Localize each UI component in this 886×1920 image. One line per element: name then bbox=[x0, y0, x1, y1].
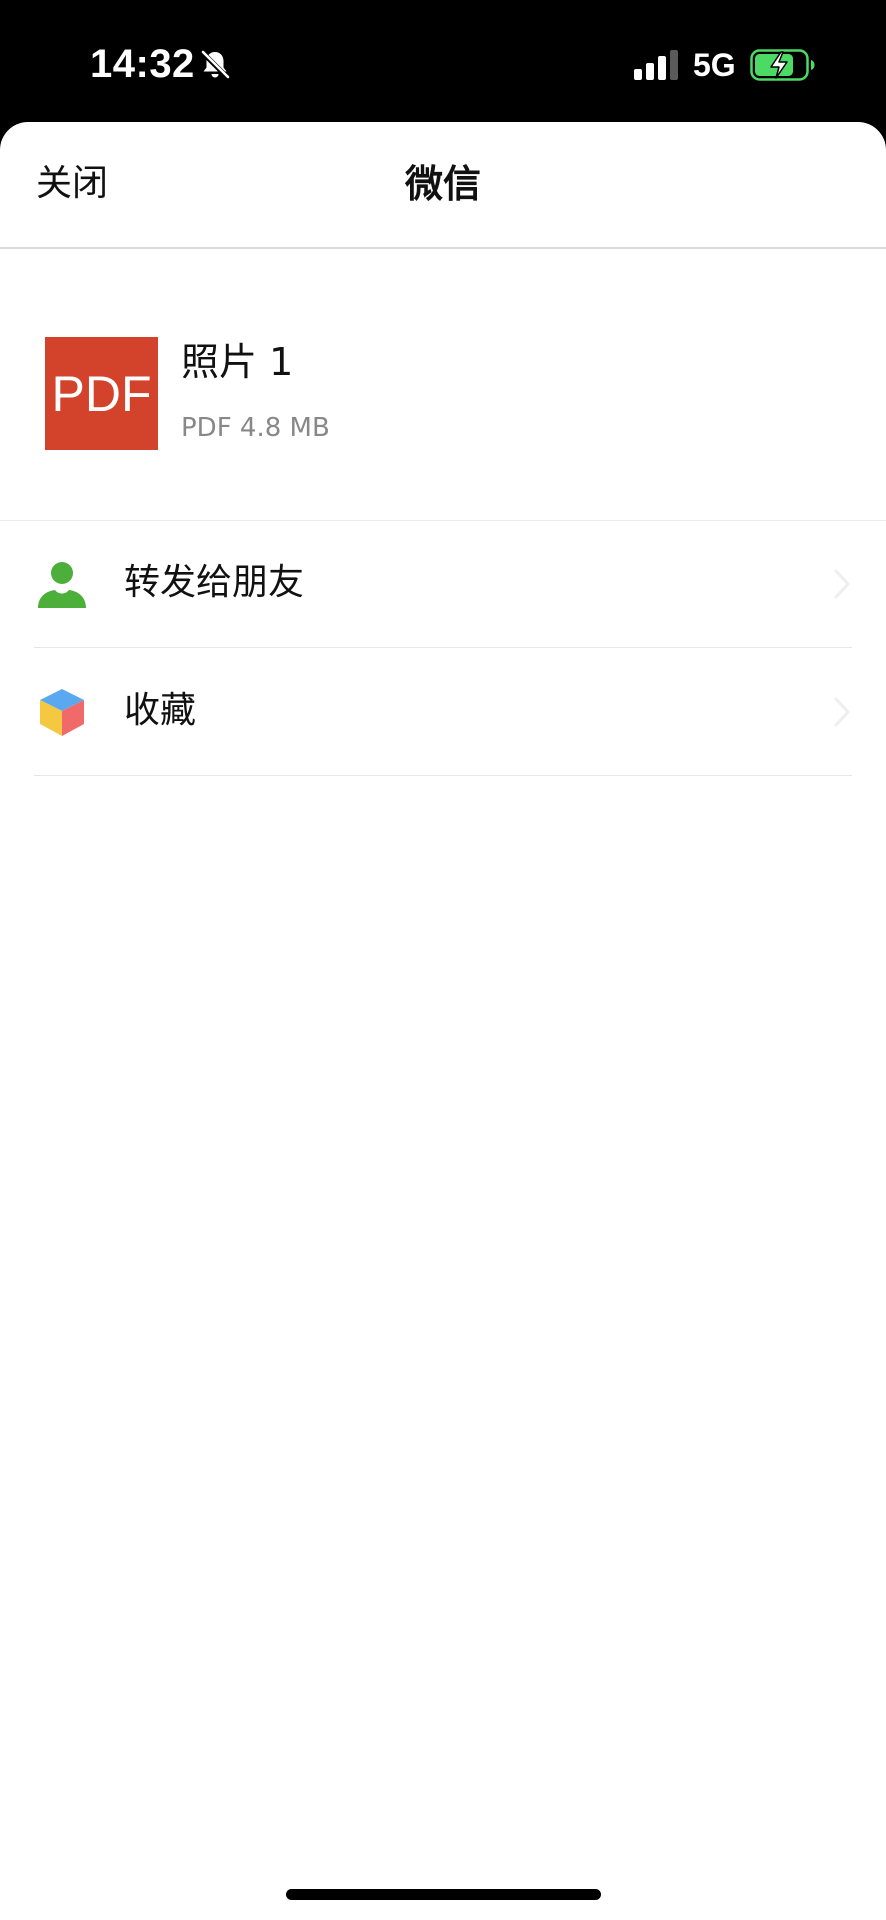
file-meta: PDF 4.8 MB bbox=[181, 413, 330, 443]
nav-bar: 关闭 微信 bbox=[0, 122, 886, 249]
person-icon bbox=[36, 558, 88, 610]
signal-icon bbox=[634, 50, 680, 80]
chevron-right-icon bbox=[832, 568, 852, 600]
action-label: 转发给朋友 bbox=[124, 562, 305, 603]
action-favorite[interactable]: 收藏 bbox=[0, 648, 886, 776]
network-label: 5G bbox=[693, 47, 736, 83]
row-divider bbox=[34, 775, 852, 776]
status-time: 14:32 bbox=[90, 42, 195, 86]
bell-off-icon bbox=[198, 48, 232, 82]
action-forward-to-friend[interactable]: 转发给朋友 bbox=[0, 520, 886, 648]
pdf-icon-label: PDF bbox=[51, 365, 152, 422]
status-bar: 14:32 5G bbox=[0, 0, 886, 122]
chevron-right-icon bbox=[832, 696, 852, 728]
page-title: 微信 bbox=[404, 162, 481, 206]
cube-icon bbox=[36, 686, 88, 738]
file-name: 照片 1 bbox=[181, 340, 294, 384]
battery-charging-icon bbox=[750, 49, 816, 81]
home-indicator[interactable] bbox=[286, 1889, 601, 1900]
pdf-file-icon: PDF bbox=[45, 337, 158, 450]
action-label: 收藏 bbox=[124, 690, 197, 731]
